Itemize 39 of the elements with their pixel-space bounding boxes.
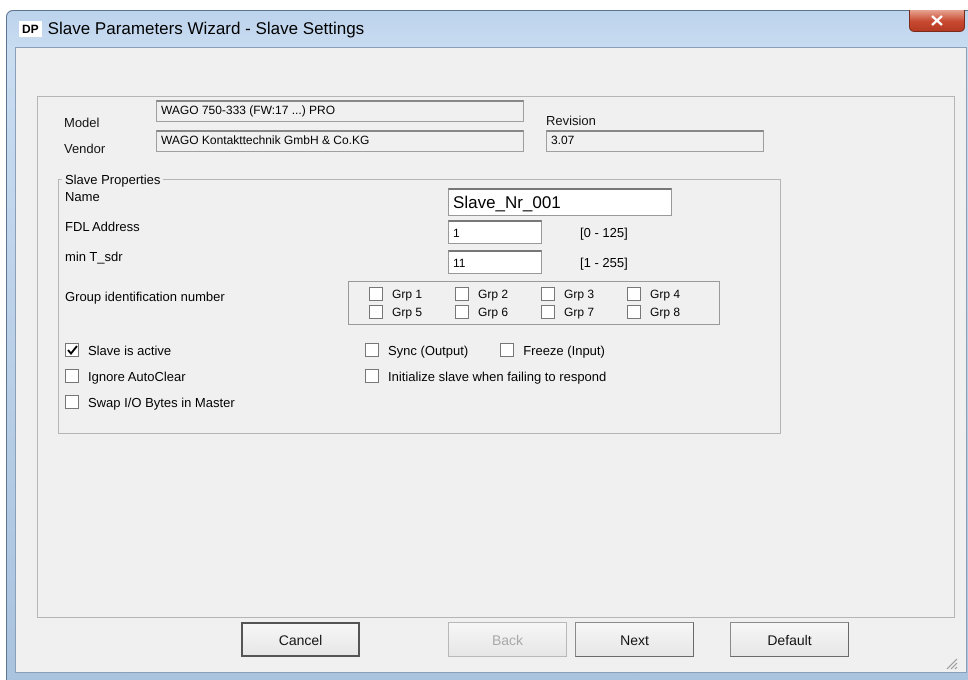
revision-field: 3.07 xyxy=(546,130,764,152)
field-label: Group identification number xyxy=(65,288,226,306)
group-checkbox[interactable]: Grp 6 xyxy=(455,305,541,319)
dialog-button[interactable]: Next xyxy=(575,622,694,657)
check-icon xyxy=(66,345,78,355)
field-label: Name xyxy=(65,188,101,204)
window-title: Slave Parameters Wizard - Slave Settings xyxy=(48,19,364,39)
option-checkbox[interactable]: Sync (Output) xyxy=(365,342,468,358)
close-icon xyxy=(931,15,943,26)
close-button[interactable] xyxy=(909,10,965,32)
group-checkbox[interactable]: Grp 4 xyxy=(627,287,713,301)
field-label: Revision xyxy=(546,113,597,128)
option-checkbox[interactable]: Swap I/O Bytes in Master xyxy=(65,394,365,410)
group-title: Slave Properties xyxy=(64,172,162,187)
field-label: min T_sdr xyxy=(65,248,124,264)
group-checkbox[interactable]: Grp 3 xyxy=(541,287,627,301)
option-checkbox[interactable]: Initialize slave when failing to respond xyxy=(365,368,606,384)
vendor-field: WAGO Kontakttechnik GmbH & Co.KG xyxy=(156,130,524,152)
field-label: Model xyxy=(63,115,100,130)
field-label: FDL Address xyxy=(65,218,141,234)
resize-grip-icon xyxy=(944,656,958,670)
dialog-button[interactable]: Cancel xyxy=(241,622,360,657)
group-checkbox[interactable]: Grp 5 xyxy=(369,305,455,319)
name-field[interactable]: Slave_Nr_001 xyxy=(448,188,672,216)
range-text: [1 - 255] xyxy=(580,254,628,270)
group-checkbox[interactable]: Grp 7 xyxy=(541,305,627,319)
address-field[interactable]: 1 xyxy=(448,220,542,244)
dialog-button[interactable]: Default xyxy=(730,622,849,657)
model-field: WAGO 750-333 (FW:17 ...) PRO xyxy=(156,100,524,122)
group-checkbox[interactable]: Grp 2 xyxy=(455,287,541,301)
option-checkbox[interactable]: Ignore AutoClear xyxy=(65,368,365,384)
field-label: Vendor xyxy=(63,141,106,156)
app-badge: DP xyxy=(19,21,42,37)
tsdr-field[interactable]: 11 xyxy=(448,250,542,274)
option-checkbox[interactable]: Slave is active xyxy=(65,342,365,358)
group-checkbox[interactable]: Grp 1 xyxy=(369,287,455,301)
range-text: [0 - 125] xyxy=(580,224,628,240)
option-checkbox[interactable]: Freeze (Input) xyxy=(500,342,605,358)
group-checkbox[interactable]: Grp 8 xyxy=(627,305,713,319)
